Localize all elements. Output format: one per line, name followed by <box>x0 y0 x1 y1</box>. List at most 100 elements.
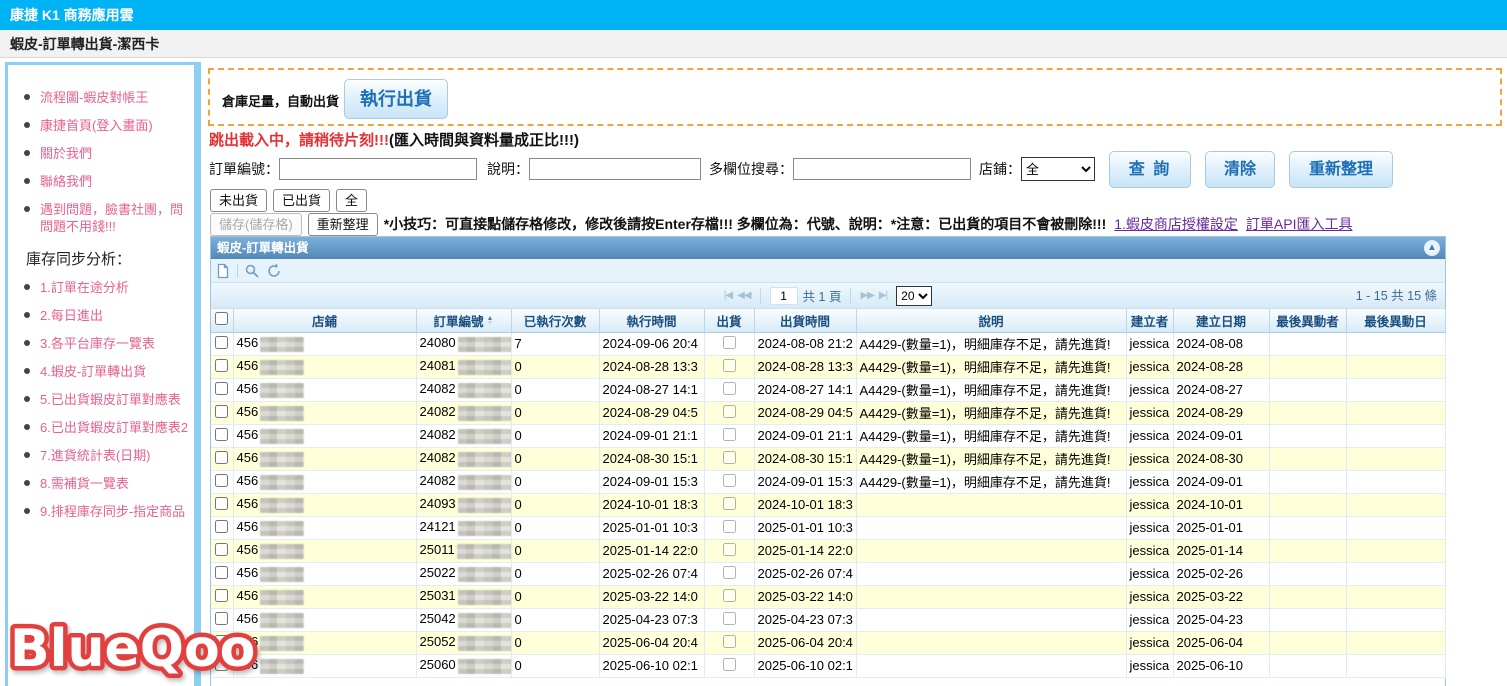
created-date-cell[interactable]: 2024-08-08 <box>1173 332 1269 355</box>
sidebar-item-analysis-4[interactable]: 4.蝦皮-訂單轉出貨 <box>22 363 190 391</box>
last-editor-cell[interactable] <box>1269 516 1346 539</box>
sidebar-item-analysis-7[interactable]: 7.進貨統計表(日期) <box>22 447 190 475</box>
exec-count-cell[interactable]: 0 <box>511 493 599 516</box>
row-select-checkbox[interactable] <box>215 428 228 441</box>
order-no-cell[interactable]: 24082 <box>416 378 511 401</box>
shipped-button[interactable]: 已出貨 <box>273 189 330 212</box>
store-cell[interactable]: 456 <box>233 378 416 401</box>
created-date-cell[interactable]: 2025-03-22 <box>1173 585 1269 608</box>
last-editor-cell[interactable] <box>1269 608 1346 631</box>
ship-time-cell[interactable]: 2024-08-28 13:3 <box>754 355 856 378</box>
order-no-cell[interactable]: 25022 <box>416 562 511 585</box>
search-icon[interactable] <box>244 263 260 279</box>
exec-time-cell[interactable]: 2024-08-29 04:5 <box>599 401 704 424</box>
row-select-checkbox[interactable] <box>215 451 228 464</box>
exec-time-cell[interactable]: 2025-01-14 22:0 <box>599 539 704 562</box>
store-cell[interactable]: 456 <box>233 424 416 447</box>
creator-cell[interactable]: jessica <box>1126 562 1173 585</box>
store-cell[interactable]: 456 <box>233 447 416 470</box>
refresh-button[interactable]: 重新整理 <box>1289 151 1393 188</box>
ship-time-cell[interactable]: 2025-02-26 07:4 <box>754 562 856 585</box>
store-cell[interactable]: 456 <box>233 631 416 654</box>
ship-time-cell[interactable]: 2025-04-23 07:3 <box>754 608 856 631</box>
not-shipped-button[interactable]: 未出貨 <box>210 189 267 212</box>
description-cell[interactable] <box>856 631 1126 654</box>
exec-count-cell[interactable]: 0 <box>511 539 599 562</box>
exec-time-cell[interactable]: 2025-06-10 02:1 <box>599 654 704 677</box>
description-cell[interactable] <box>856 562 1126 585</box>
created-date-cell[interactable]: 2024-08-27 <box>1173 378 1269 401</box>
row-select-checkbox[interactable] <box>215 474 228 487</box>
ship-time-cell[interactable]: 2024-09-01 15:3 <box>754 470 856 493</box>
creator-cell[interactable]: jessica <box>1126 470 1173 493</box>
order-no-cell[interactable]: 24093 <box>416 493 511 516</box>
page-size-select[interactable]: 20 <box>896 286 932 306</box>
select-all-checkbox[interactable] <box>215 312 228 325</box>
exec-count-cell[interactable]: 0 <box>511 447 599 470</box>
last-editor-cell[interactable] <box>1269 631 1346 654</box>
sidebar-item-contact[interactable]: 聯絡我們 <box>22 173 190 201</box>
sidebar-item-facebook-group[interactable]: 遇到問題，臉書社團，問問題不用錢!!! <box>22 201 190 246</box>
next-page-icon[interactable]: ▶▶ <box>860 290 873 301</box>
order-no-cell[interactable]: 24080 <box>416 332 511 355</box>
created-date-cell[interactable]: 2025-06-04 <box>1173 631 1269 654</box>
created-date-cell[interactable]: 2024-09-01 <box>1173 424 1269 447</box>
col-description[interactable]: 說明 <box>856 309 1126 332</box>
shipped-checkbox[interactable] <box>723 543 736 556</box>
row-select-checkbox[interactable] <box>215 359 228 372</box>
store-cell[interactable]: 456 <box>233 516 416 539</box>
last-edit-date-cell[interactable] <box>1346 654 1445 677</box>
col-exec-count[interactable]: 已執行次數 <box>511 309 599 332</box>
shipped-checkbox[interactable] <box>723 520 736 533</box>
exec-time-cell[interactable]: 2024-10-01 18:3 <box>599 493 704 516</box>
prev-page-icon[interactable]: ◀◀ <box>737 290 750 301</box>
store-cell[interactable]: 456 <box>233 493 416 516</box>
sidebar-item-analysis-1[interactable]: 1.訂單在途分析 <box>22 279 190 307</box>
shipped-checkbox[interactable] <box>723 566 736 579</box>
description-cell[interactable]: A4429-(數量=1)，明細庫存不足，請先進貨! <box>856 447 1126 470</box>
sidebar-item-home[interactable]: 康捷首頁(登入畫面) <box>22 117 190 145</box>
last-edit-date-cell[interactable] <box>1346 585 1445 608</box>
sidebar-item-analysis-9[interactable]: 9.排程庫存同步-指定商品 <box>22 503 190 531</box>
store-cell[interactable]: 456 <box>233 585 416 608</box>
exec-count-cell[interactable]: 0 <box>511 424 599 447</box>
last-editor-cell[interactable] <box>1269 470 1346 493</box>
row-select-checkbox[interactable] <box>215 589 228 602</box>
page-number-input[interactable] <box>770 287 798 305</box>
order-no-cell[interactable]: 24082 <box>416 424 511 447</box>
store-cell[interactable]: 456 <box>233 355 416 378</box>
creator-cell[interactable]: jessica <box>1126 539 1173 562</box>
shipped-checkbox[interactable] <box>723 451 736 464</box>
creator-cell[interactable]: jessica <box>1126 493 1173 516</box>
shipped-checkbox[interactable] <box>723 382 736 395</box>
col-ship-time[interactable]: 出貨時間 <box>754 309 856 332</box>
created-date-cell[interactable]: 2025-01-14 <box>1173 539 1269 562</box>
creator-cell[interactable]: jessica <box>1126 424 1173 447</box>
sidebar-item-about[interactable]: 關於我們 <box>22 145 190 173</box>
last-editor-cell[interactable] <box>1269 378 1346 401</box>
last-editor-cell[interactable] <box>1269 355 1346 378</box>
row-select-checkbox[interactable] <box>215 520 228 533</box>
shipped-checkbox[interactable] <box>723 405 736 418</box>
select-all-header[interactable] <box>211 309 233 332</box>
creator-cell[interactable]: jessica <box>1126 516 1173 539</box>
execute-ship-button[interactable]: 執行出貨 <box>344 79 448 119</box>
save-cell-button[interactable]: 儲存(儲存格) <box>210 213 302 236</box>
ship-time-cell[interactable]: 2024-10-01 18:3 <box>754 493 856 516</box>
last-edit-date-cell[interactable] <box>1346 608 1445 631</box>
all-button[interactable]: 全 <box>336 189 367 212</box>
creator-cell[interactable]: jessica <box>1126 401 1173 424</box>
order-no-cell[interactable]: 25052 <box>416 631 511 654</box>
exec-time-cell[interactable]: 2025-02-26 07:4 <box>599 562 704 585</box>
exec-time-cell[interactable]: 2024-08-27 14:1 <box>599 378 704 401</box>
col-shipped[interactable]: 出貨 <box>704 309 754 332</box>
exec-count-cell[interactable]: 0 <box>511 608 599 631</box>
order-no-cell[interactable]: 24082 <box>416 470 511 493</box>
ship-time-cell[interactable]: 2025-01-01 10:3 <box>754 516 856 539</box>
store-select[interactable]: 全 <box>1021 157 1095 181</box>
last-editor-cell[interactable] <box>1269 332 1346 355</box>
sidebar-item-analysis-3[interactable]: 3.各平台庫存一覽表 <box>22 335 190 363</box>
col-creator[interactable]: 建立者 <box>1126 309 1173 332</box>
exec-time-cell[interactable]: 2024-09-01 15:3 <box>599 470 704 493</box>
last-editor-cell[interactable] <box>1269 539 1346 562</box>
